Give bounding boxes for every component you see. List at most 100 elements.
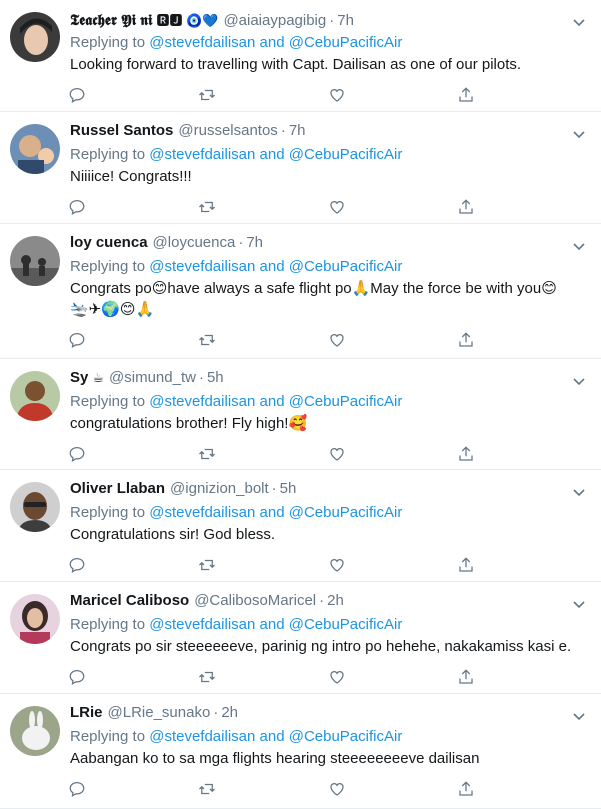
user-handle[interactable]: @russelsantos: [178, 122, 277, 139]
tweet-text: Aabangan ko to sa mga flights hearing st…: [70, 750, 480, 767]
reply-button[interactable]: [68, 545, 198, 581]
separator-dot: ·: [213, 704, 219, 721]
reply-button[interactable]: [68, 187, 198, 223]
user-handle[interactable]: @simund_tw: [109, 369, 196, 386]
like-button[interactable]: [328, 657, 458, 693]
reply-icon: [69, 669, 85, 685]
retweet-button[interactable]: [198, 657, 328, 693]
replying-prefix: Replying to: [70, 34, 146, 51]
mention-link[interactable]: @stevefdailisan: [149, 616, 255, 633]
tweet[interactable]: loy cuenca @loycuenca · 7h Replying to @…: [0, 224, 601, 359]
like-button[interactable]: [328, 769, 458, 808]
retweet-button[interactable]: [198, 320, 328, 358]
chevron-down-icon[interactable]: [571, 596, 587, 612]
reply-button[interactable]: [68, 75, 198, 111]
separator-dot: ·: [319, 592, 325, 609]
user-handle[interactable]: @LRie_sunako: [108, 704, 211, 721]
display-name[interactable]: Russel Santos: [70, 122, 173, 139]
chevron-down-icon[interactable]: [571, 484, 587, 500]
share-button[interactable]: [457, 75, 587, 111]
share-button[interactable]: [457, 187, 587, 223]
share-button[interactable]: [457, 657, 587, 693]
reply-button[interactable]: [68, 657, 198, 693]
mention-link[interactable]: @CebuPacificAir: [289, 504, 403, 521]
retweet-button[interactable]: [198, 434, 328, 469]
like-button[interactable]: [328, 75, 458, 111]
mention-link[interactable]: @stevefdailisan: [149, 34, 255, 51]
share-icon: [459, 87, 473, 102]
mention-link[interactable]: @CebuPacificAir: [289, 728, 403, 745]
mention-link[interactable]: @CebuPacificAir: [289, 616, 403, 633]
replying-to: Replying to @stevefdailisan and @CebuPac…: [70, 256, 587, 278]
mention-link[interactable]: @stevefdailisan: [149, 504, 255, 521]
mention-link[interactable]: @stevefdailisan: [149, 258, 255, 275]
avatar[interactable]: [10, 706, 60, 756]
mention-link[interactable]: @stevefdailisan: [149, 146, 255, 163]
timestamp[interactable]: 2h: [327, 592, 344, 609]
timestamp[interactable]: 5h: [280, 480, 297, 497]
avatar[interactable]: [10, 124, 60, 174]
avatar[interactable]: [10, 236, 60, 286]
mention-link[interactable]: @CebuPacificAir: [289, 258, 403, 275]
mention-link[interactable]: @stevefdailisan: [149, 393, 255, 410]
retweet-button[interactable]: [198, 545, 328, 581]
separator-dot: ·: [329, 12, 335, 29]
chevron-down-icon[interactable]: [571, 14, 587, 30]
timestamp[interactable]: 7h: [246, 234, 263, 251]
timestamp[interactable]: 2h: [221, 704, 238, 721]
tweet-text: Congrats po sir steeeeeeve, parinig ng i…: [70, 638, 572, 655]
replying-to: Replying to @stevefdailisan and @CebuPac…: [70, 614, 587, 636]
chevron-down-icon[interactable]: [571, 373, 587, 389]
chevron-down-icon[interactable]: [571, 126, 587, 142]
avatar[interactable]: [10, 482, 60, 532]
timestamp[interactable]: 7h: [289, 122, 306, 139]
chevron-down-icon[interactable]: [571, 708, 587, 724]
timestamp[interactable]: 7h: [337, 12, 354, 29]
reply-button[interactable]: [68, 769, 198, 808]
mention-link[interactable]: @stevefdailisan: [149, 728, 255, 745]
reply-button[interactable]: [68, 434, 198, 469]
user-handle[interactable]: @CalibosoMaricel: [194, 592, 316, 609]
share-icon: [459, 557, 473, 572]
reply-button[interactable]: [68, 320, 198, 358]
tweet[interactable]: Oliver Llaban @ignizion_bolt · 5h Replyi…: [0, 470, 601, 582]
display-name[interactable]: loy cuenca: [70, 234, 148, 251]
mention-link[interactable]: @CebuPacificAir: [289, 146, 403, 163]
display-name[interactable]: Maricel Caliboso: [70, 592, 189, 609]
user-handle[interactable]: @loycuenca: [153, 234, 236, 251]
like-button[interactable]: [328, 187, 458, 223]
avatar[interactable]: [10, 594, 60, 644]
tweet[interactable]: Sy ☕ @simund_tw · 5h Replying to @stevef…: [0, 359, 601, 470]
like-button[interactable]: [328, 320, 458, 358]
tweet[interactable]: LRie @LRie_sunako · 2h Replying to @stev…: [0, 694, 601, 809]
avatar[interactable]: [10, 371, 60, 421]
user-handle[interactable]: @ignizion_bolt: [170, 480, 269, 497]
tweet[interactable]: Maricel Caliboso @CalibosoMaricel · 2h R…: [0, 582, 601, 694]
user-handle[interactable]: @aiaiaypagibig: [223, 12, 326, 29]
display-name[interactable]: Sy: [70, 369, 88, 386]
display-name[interactable]: Oliver Llaban: [70, 480, 165, 497]
share-button[interactable]: [457, 434, 587, 469]
timestamp[interactable]: 5h: [207, 369, 224, 386]
display-name[interactable]: LRie: [70, 704, 103, 721]
replying-prefix: Replying to: [70, 616, 146, 633]
like-button[interactable]: [328, 434, 458, 469]
avatar[interactable]: [10, 12, 60, 62]
retweet-button[interactable]: [198, 769, 328, 808]
mention-link[interactable]: @CebuPacificAir: [289, 34, 403, 51]
share-button[interactable]: [457, 320, 587, 358]
tweet-text: Looking forward to travelling with Capt.…: [70, 56, 522, 73]
share-button[interactable]: [457, 769, 587, 808]
display-name[interactable]: 𝕿𝖊𝖆𝖈𝖍𝖊𝖗 𝖄𝖎 𝖓𝖎: [70, 12, 152, 29]
share-button[interactable]: [457, 545, 587, 581]
chevron-down-icon[interactable]: [571, 238, 587, 254]
replying-prefix: Replying to: [70, 504, 146, 521]
mention-link[interactable]: @CebuPacificAir: [289, 393, 403, 410]
mention-and: and: [259, 393, 285, 410]
retweet-button[interactable]: [198, 187, 328, 223]
tweet[interactable]: Russel Santos @russelsantos · 7h Replyin…: [0, 112, 601, 224]
replying-prefix: Replying to: [70, 728, 146, 745]
tweet[interactable]: 𝕿𝖊𝖆𝖈𝖍𝖊𝖗 𝖄𝖎 𝖓𝖎 🆁🅹 🧿💙 @aiaiaypagibig · 7h …: [0, 0, 601, 112]
like-button[interactable]: [328, 545, 458, 581]
retweet-button[interactable]: [198, 75, 328, 111]
